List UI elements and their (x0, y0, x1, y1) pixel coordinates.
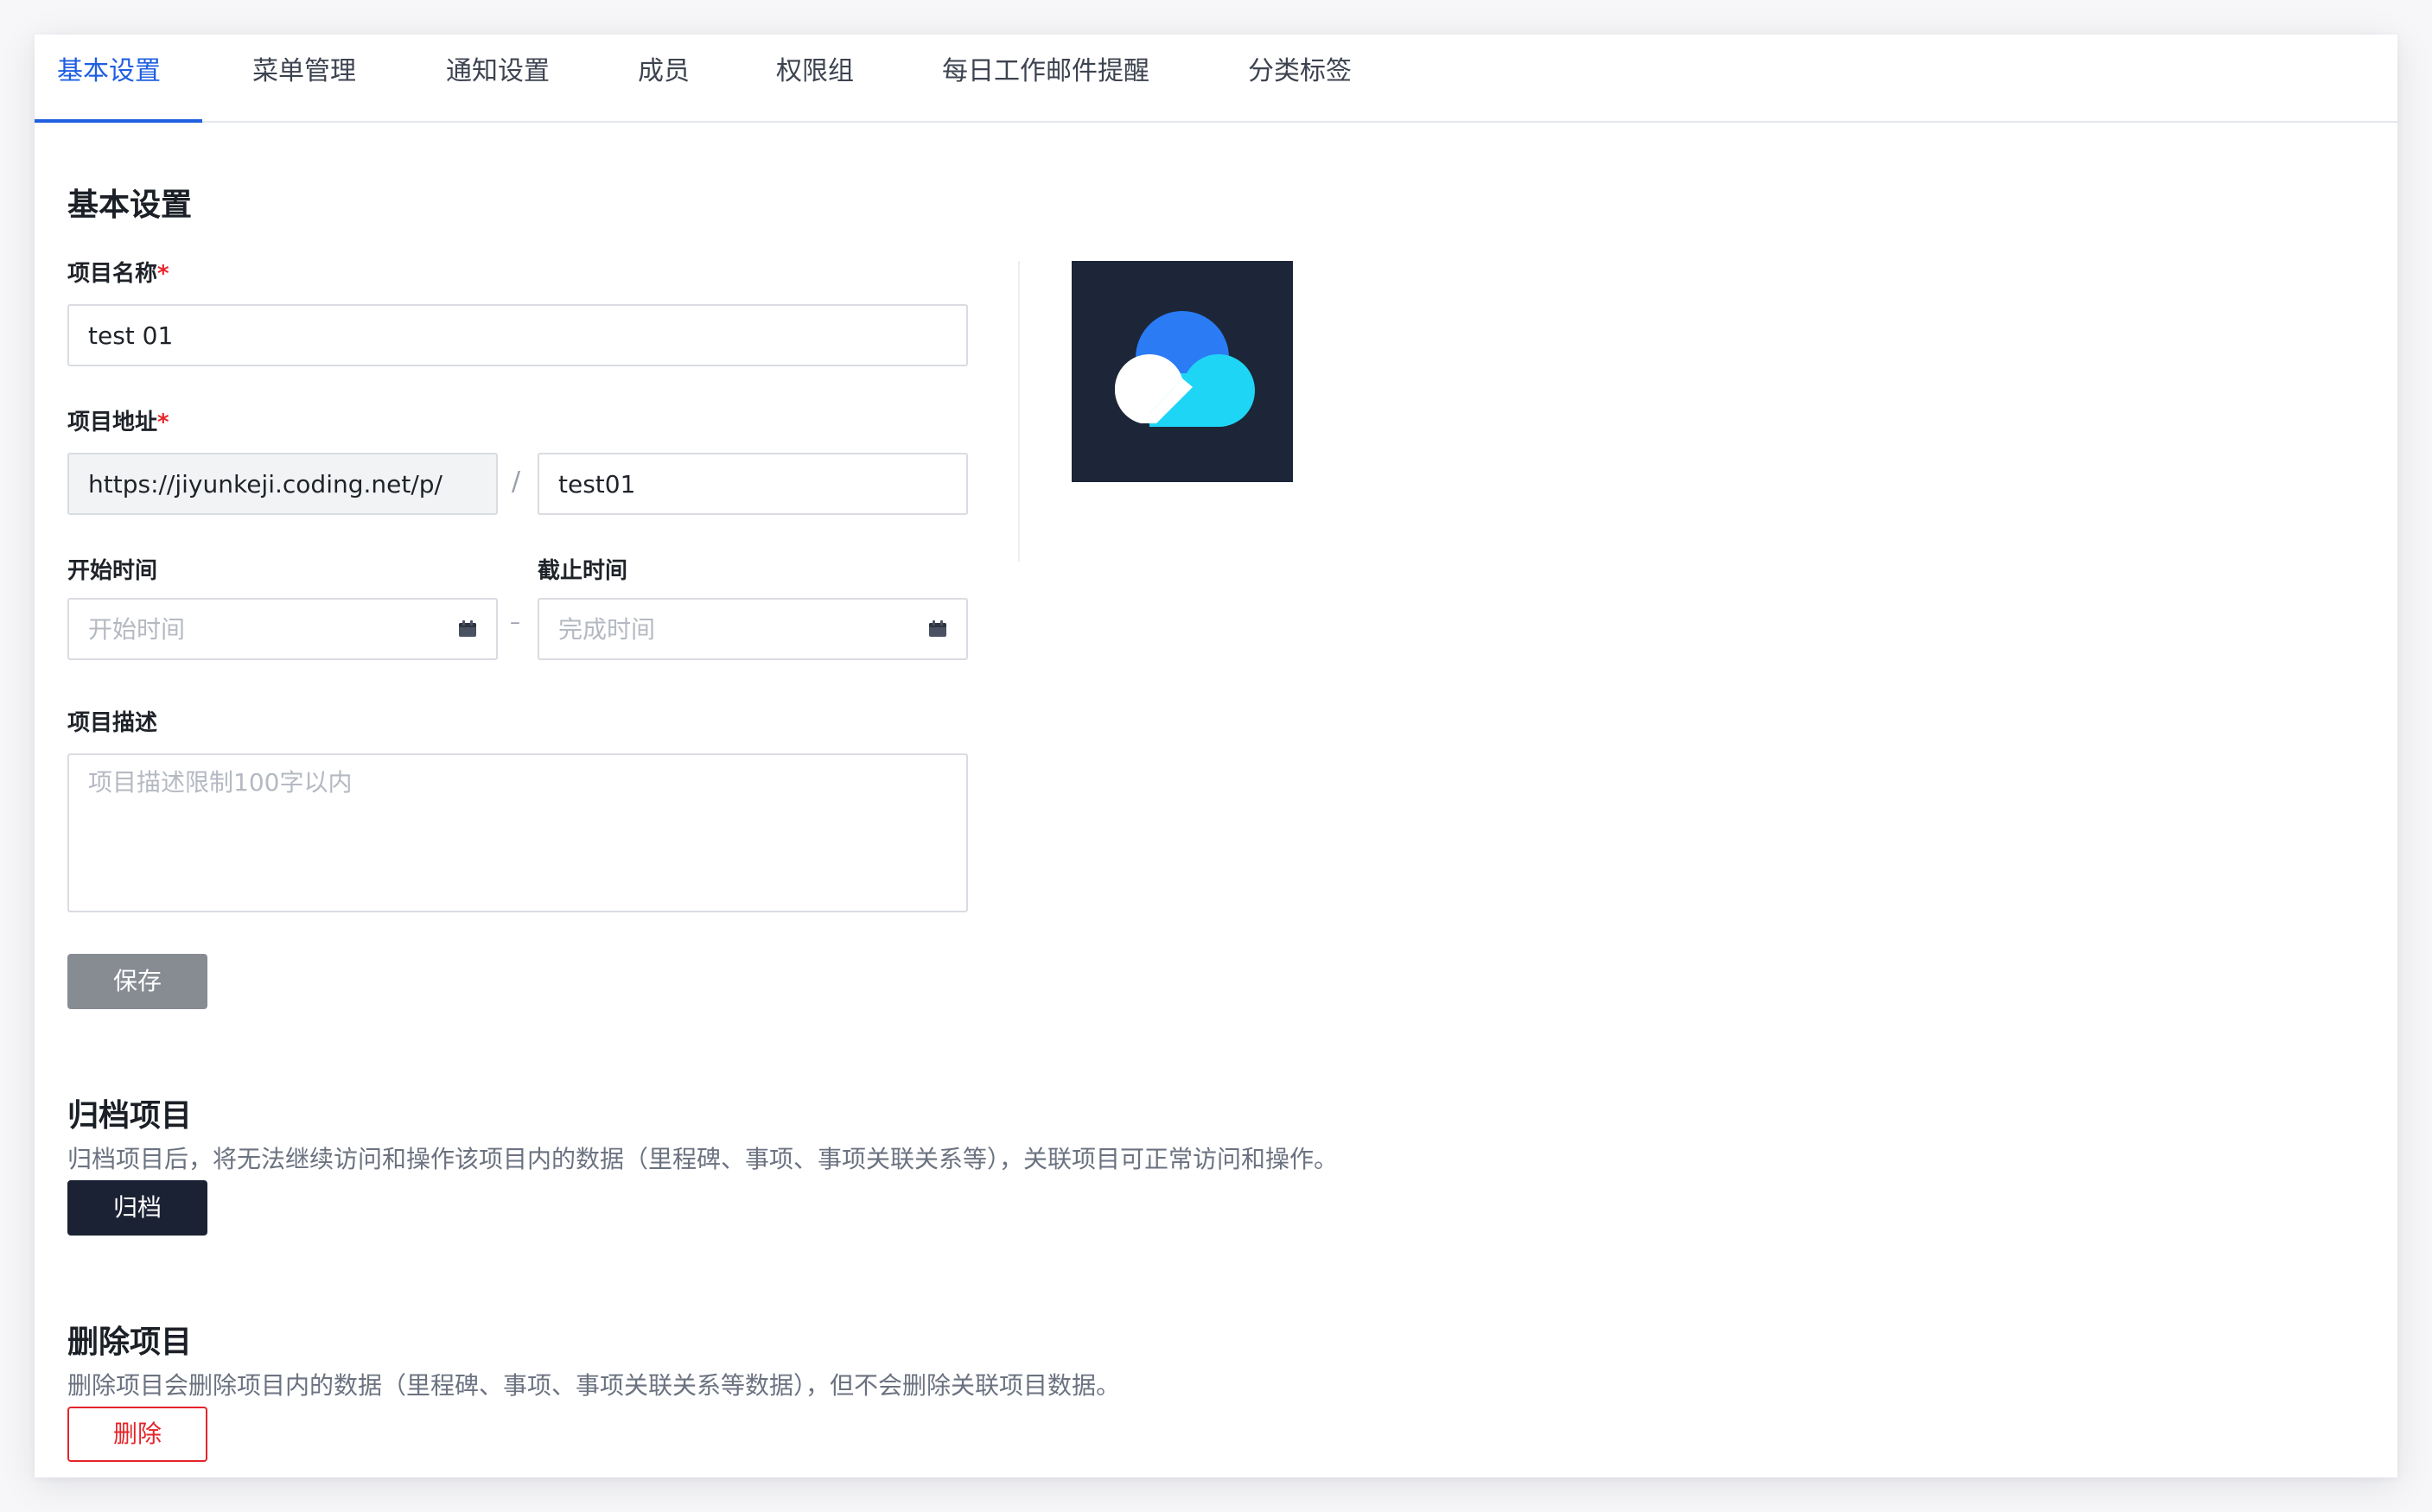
cloud-logo (1114, 311, 1255, 427)
tab-members[interactable]: 成员 (638, 35, 690, 121)
end-time-picker[interactable] (538, 598, 968, 660)
tab-notification-settings[interactable]: 通知设置 (446, 35, 550, 121)
project-name-input[interactable] (67, 304, 968, 366)
start-time-picker[interactable] (67, 598, 498, 660)
save-button[interactable]: 保存 (67, 954, 207, 1009)
project-name-label: 项目名称* (67, 261, 169, 287)
required-mark: * (157, 410, 169, 435)
tab-menu-management[interactable]: 菜单管理 (252, 35, 356, 121)
project-url-input[interactable] (538, 453, 968, 515)
delete-project-description: 删除项目会删除项目内的数据（里程碑、事项、事项关联关系等数据），但不会删除关联项… (67, 1371, 1121, 1400)
project-description-label: 项目描述 (67, 710, 158, 736)
end-time-label: 截止时间 (538, 558, 628, 584)
date-range-separator: – (510, 610, 520, 634)
project-logo[interactable] (1072, 261, 1293, 482)
tab-category-tags[interactable]: 分类标签 (1248, 35, 1352, 121)
tab-basic-settings[interactable]: 基本设置 (35, 35, 202, 123)
archive-project-title: 归档项目 (67, 1098, 193, 1134)
delete-project-title: 删除项目 (67, 1325, 193, 1360)
archive-button[interactable]: 归档 (67, 1180, 207, 1236)
required-mark: * (157, 261, 169, 287)
start-time-label: 开始时间 (67, 558, 158, 584)
settings-tabs: 基本设置 菜单管理 通知设置 成员 权限组 每日工作邮件提醒 分类标签 (35, 35, 2397, 123)
calendar-icon (459, 620, 476, 637)
basic-settings-title: 基本设置 (67, 187, 193, 223)
archive-project-description: 归档项目后，将无法继续访问和操作该项目内的数据（里程碑、事项、事项关联关系等），… (67, 1145, 1339, 1173)
project-url-label: 项目地址* (67, 410, 169, 435)
project-url-prefix (67, 453, 498, 515)
tab-daily-email-reminder[interactable]: 每日工作邮件提醒 (942, 35, 1149, 121)
calendar-icon (929, 620, 946, 637)
form-divider (1018, 261, 1020, 562)
project-settings-card: 基本设置 菜单管理 通知设置 成员 权限组 每日工作邮件提醒 分类标签 基本设置… (35, 35, 2397, 1477)
project-description-textarea[interactable] (67, 753, 968, 912)
url-separator: / (512, 467, 521, 497)
tab-permission-groups[interactable]: 权限组 (776, 35, 854, 121)
delete-button[interactable]: 删除 (67, 1407, 207, 1462)
